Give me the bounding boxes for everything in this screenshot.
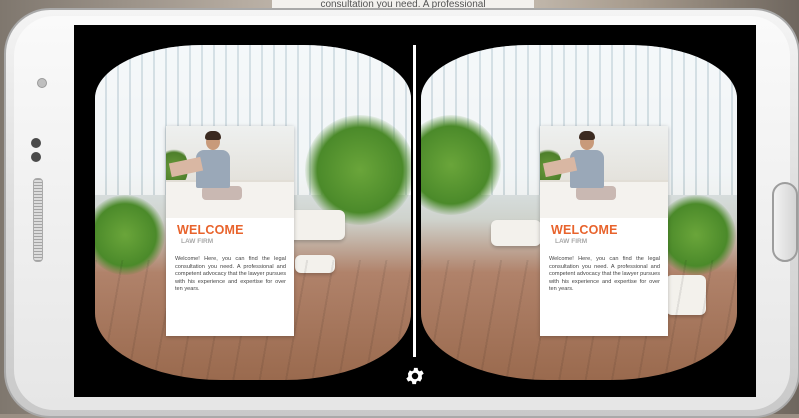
sofa-image — [285, 210, 345, 240]
front-camera — [37, 78, 47, 88]
person-legs — [202, 186, 242, 200]
card-photo — [540, 126, 668, 218]
left-lens-view: WELCOME LAW FIRM Welcome! Here, you can … — [95, 45, 411, 380]
card-body-text: Welcome! Here, you can find the legal co… — [175, 256, 286, 293]
earpiece-speaker — [33, 178, 43, 262]
right-lens-view: WELCOME LAW FIRM Welcome! Here, you can … — [421, 45, 737, 380]
welcome-card: WELCOME LAW FIRM Welcome! Here, you can … — [166, 126, 294, 336]
person-hair — [205, 131, 221, 140]
welcome-card: WELCOME LAW FIRM Welcome! Here, you can … — [540, 126, 668, 336]
plant-image — [305, 115, 411, 225]
light-sensor — [31, 152, 41, 162]
lens-divider — [413, 45, 416, 357]
sofa-image — [491, 220, 541, 246]
vr-screen: WELCOME LAW FIRM Welcome! Here, you can … — [74, 25, 756, 397]
person-hair — [579, 131, 595, 140]
card-title: WELCOME — [551, 223, 618, 237]
card-body-text: Welcome! Here, you can find the legal co… — [549, 256, 660, 293]
home-button[interactable] — [772, 182, 798, 262]
card-photo — [166, 126, 294, 218]
card-title: WELCOME — [177, 223, 244, 237]
person-legs — [576, 186, 616, 200]
card-subtitle: LAW FIRM — [181, 238, 214, 245]
gear-icon[interactable] — [404, 365, 426, 387]
card-subtitle: LAW FIRM — [555, 238, 588, 245]
proximity-sensor — [31, 138, 41, 148]
